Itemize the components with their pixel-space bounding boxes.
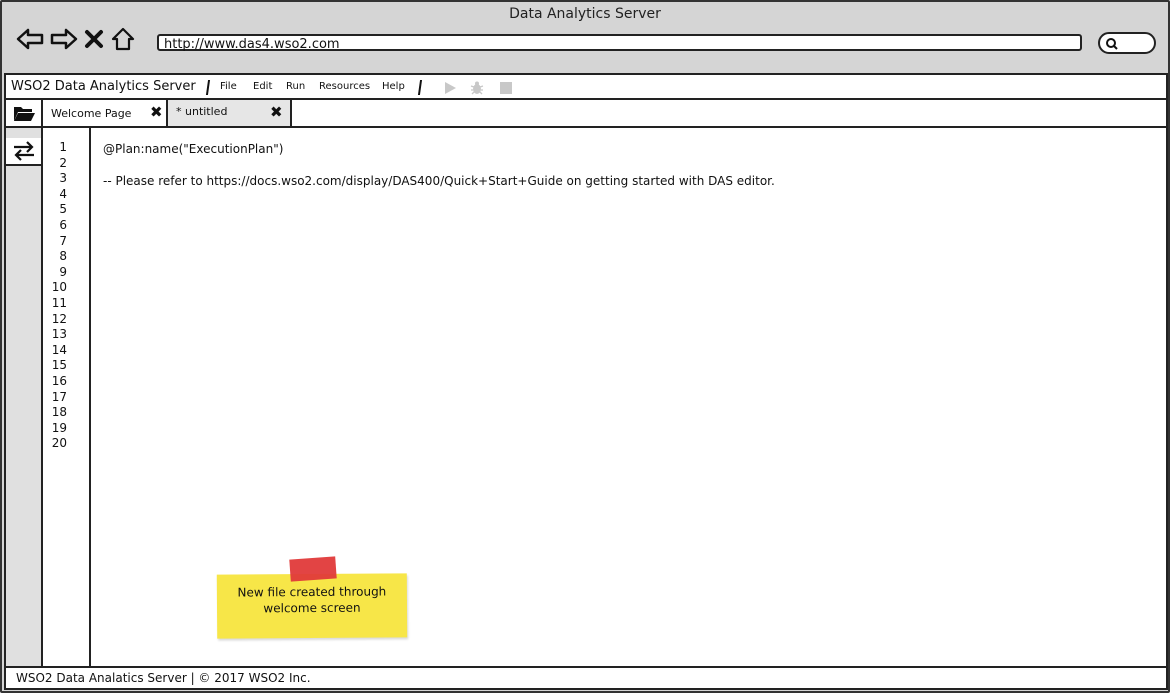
menu-help[interactable]: Help <box>382 81 405 92</box>
line-number: 15 <box>51 358 67 373</box>
line-number: 7 <box>59 233 67 248</box>
close-icon[interactable]: ✖ <box>150 104 163 120</box>
menu-bar: WSO2 Data Analytics Server File Edit Run… <box>6 75 1166 100</box>
line-number: 19 <box>51 420 67 435</box>
address-bar[interactable]: http://www.das4.wso2.com <box>157 34 1082 52</box>
close-icon[interactable]: ✖ <box>270 104 283 120</box>
tab-label: Welcome Page <box>51 107 132 120</box>
sidebar-open-folder-button[interactable] <box>6 100 41 128</box>
line-number: 8 <box>59 249 67 264</box>
search-icon <box>1106 38 1118 50</box>
line-number: 16 <box>51 374 67 388</box>
stop-x-icon[interactable] <box>84 28 104 50</box>
line-number: 11 <box>51 296 67 310</box>
sidebar-swap-button[interactable] <box>6 138 41 166</box>
line-number: 3 <box>59 171 67 186</box>
stop-icon[interactable] <box>499 80 513 94</box>
sticky-tape <box>289 556 337 582</box>
tab-bar: Welcome Page ✖ * untitled ✖ <box>43 100 1166 128</box>
swap-arrows-icon <box>13 141 34 161</box>
app-title: WSO2 Data Analytics Server <box>11 79 196 94</box>
app-frame: WSO2 Data Analytics Server File Edit Run… <box>4 73 1168 690</box>
tab-welcome-page[interactable]: Welcome Page ✖ <box>43 100 168 126</box>
line-number: 10 <box>51 280 67 295</box>
browser-search[interactable] <box>1098 32 1156 54</box>
line-number: 4 <box>59 186 67 201</box>
line-number-gutter: 1 2 3 4 5 6 7 8 9 10 11 12 13 14 15 16 17 18 19 20 <box>43 128 91 666</box>
line-number: 6 <box>59 218 67 232</box>
browser-window: Data Analytics Server http://www.das4.ws… <box>0 0 1170 693</box>
sticky-note: New file created through welcome screen <box>216 573 408 639</box>
status-footer: WSO2 Data Analatics Server | © 2017 WSO2… <box>6 666 1166 688</box>
menu-separator <box>205 80 211 95</box>
line-number: 13 <box>51 327 67 342</box>
menu-edit[interactable]: Edit <box>253 81 272 92</box>
menu-file[interactable]: File <box>220 81 237 92</box>
code-line-3: -- Please refer to https://docs.wso2.com… <box>103 174 775 188</box>
line-number: 9 <box>59 264 67 279</box>
code-line-1: @Plan:name("ExecutionPlan") <box>103 142 284 156</box>
line-number: 18 <box>51 405 67 420</box>
menu-separator <box>417 80 423 95</box>
line-number: 17 <box>51 389 67 404</box>
sidebar <box>6 100 43 666</box>
debug-bug-icon[interactable] <box>470 80 484 95</box>
window-title: Data Analytics Server <box>509 6 661 22</box>
forward-arrow-icon[interactable] <box>50 27 78 51</box>
tab-untitled[interactable]: * untitled ✖ <box>168 100 292 126</box>
folder-open-icon <box>13 107 35 121</box>
browser-nav <box>16 24 136 54</box>
line-number: 1 <box>59 140 67 154</box>
line-number: 5 <box>59 202 67 217</box>
play-icon[interactable] <box>443 80 457 94</box>
sticky-note-line-2: welcome screen <box>263 600 361 616</box>
line-number: 2 <box>59 155 67 170</box>
page-root: Data Analytics Server http://www.das4.ws… <box>0 0 1170 693</box>
line-number: 12 <box>51 311 67 326</box>
back-arrow-icon[interactable] <box>16 27 44 51</box>
home-icon[interactable] <box>110 26 136 52</box>
line-number: 14 <box>51 342 67 357</box>
menu-run[interactable]: Run <box>286 81 305 92</box>
menu-resources[interactable]: Resources <box>319 81 370 92</box>
line-number: 20 <box>51 436 67 451</box>
tab-label: * untitled <box>176 105 228 118</box>
sticky-note-line-1: New file created through <box>237 584 387 600</box>
